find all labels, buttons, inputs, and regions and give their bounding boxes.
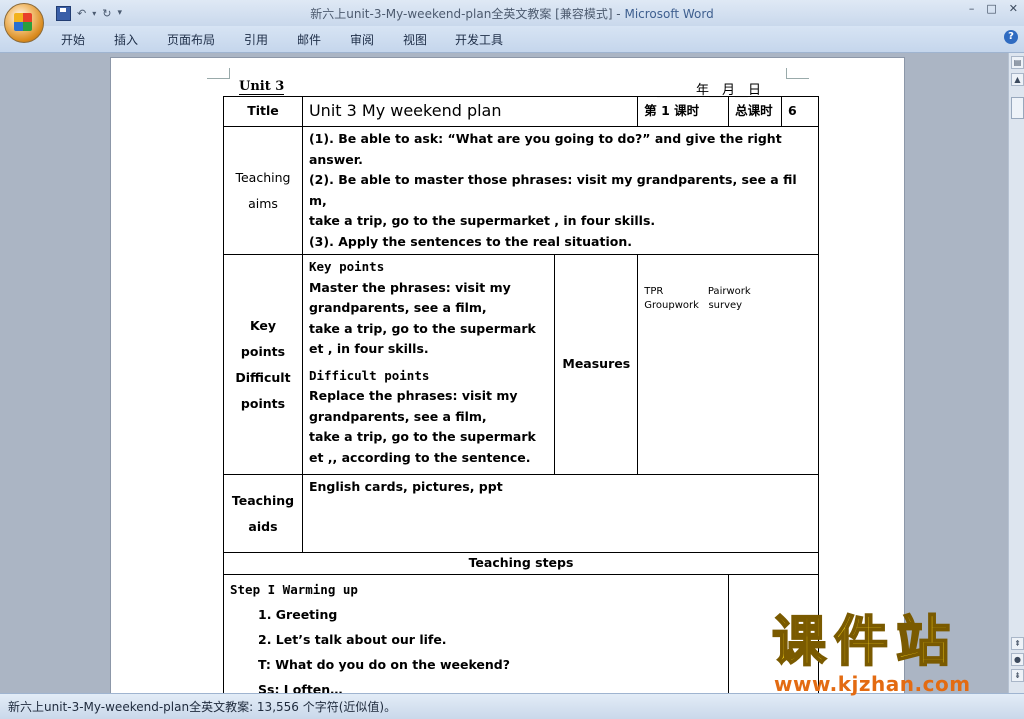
tab-page-layout[interactable]: 页面布局 [167,31,215,48]
watermark-url: www.kjzhan.com [774,672,971,696]
key-point-line: Master the phrases: visit my [308,279,511,295]
step-line: 1. Greeting [258,607,338,622]
scroll-thumb[interactable] [1011,97,1024,119]
app-name: Microsoft Word [624,7,714,21]
next-page-icon[interactable]: ⇟ [1011,669,1024,682]
tab-home[interactable]: 开始 [61,31,85,48]
watermark-logo: 课件站 [771,610,958,673]
scroll-up-icon[interactable]: ▲ [1011,73,1024,86]
total-value-cell: 6 [781,96,819,127]
measures-label-cell: Measures [554,254,639,475]
step-title: Step I Warming up [230,582,358,597]
tab-review[interactable]: 审阅 [350,31,374,48]
step-line: Ss: I often… [258,682,343,693]
title-value-cell: Unit 3 My weekend plan [301,96,639,127]
title-label-cell: Title [223,96,303,127]
difficult-point-line: et ,, according to the sentence. [308,449,531,465]
aims-label-cell: Teaching aims [223,126,303,255]
document-page[interactable]: Unit 3 ______年__月__日 Title Unit 3 My wee… [110,57,905,693]
minimize-icon[interactable]: – [969,2,975,15]
key-point-line: take a trip, go to the supermark [308,320,536,336]
tab-references[interactable]: 引用 [244,31,268,48]
key-points-label-cell: Key points Difficult points [223,254,303,475]
step-line: T: What do you do on the weekend? [258,657,511,672]
document-workspace: Unit 3 ______年__月__日 Title Unit 3 My wee… [0,53,1008,693]
previous-page-icon[interactable]: ⇞ [1011,637,1024,650]
crop-mark [786,68,809,79]
aim-line: take a trip, go to the supermarket , in … [308,213,656,228]
tab-mailings[interactable]: 邮件 [297,31,321,48]
tab-view[interactable]: 视图 [403,31,427,48]
steps-header-cell: Teaching steps [223,552,819,575]
period-cell: 第 1 课时 [637,96,730,127]
select-browse-object-icon[interactable]: ● [1011,653,1024,666]
difficult-point-line: Replace the phrases: visit my [308,388,518,403]
aims-cell: (1). Be able to ask: “What are you going… [301,126,820,255]
total-label-cell: 总课时 [728,96,782,127]
unit-label: Unit 3 [239,79,285,95]
key-points-title: Key points [308,259,385,274]
difficult-points-title: Difficult points [308,367,430,383]
difficult-point-line: take a trip, go to the supermark [308,429,536,444]
aim-line: (2). Be able to master those phrases: vi… [308,172,797,187]
office-logo-icon [14,13,32,31]
document-title: 新六上unit-3-My-weekend-plan全英文教案 [兼容模式] - [310,7,621,21]
step-line: 2. Let’s talk about our life. [258,632,447,647]
site-watermark: 课件站 www.kjzhan.com [771,610,1012,698]
ruler-toggle-icon[interactable]: ▤ [1011,56,1024,69]
aim-line: (3). Apply the sentences to the real sit… [308,233,632,249]
measures-cell: TPR Pairwork Groupwork survey [637,254,819,475]
word-count-status[interactable]: 新六上unit-3-My-weekend-plan全英文教案: 13,556 个… [8,698,396,715]
help-icon[interactable]: ? [1004,30,1018,44]
tab-insert[interactable]: 插入 [114,31,138,48]
difficult-point-line: grandparents, see a film, [308,408,487,424]
title-bar: ↶ ▾ ↻ ▾ 新六上unit-3-My-weekend-plan全英文教案 [… [0,0,1024,43]
key-point-line: et , in four skills. [308,341,429,356]
ribbon-tabs: 开始 插入 页面布局 引用 邮件 审阅 视图 开发工具 ? [0,26,1024,53]
steps-cell: Step I Warming up 1. Greeting 2. Let’s t… [222,574,730,693]
crop-mark [207,68,230,79]
vertical-scrollbar[interactable]: ▤ ▲ ⇞ ● ⇟ [1008,53,1024,693]
window-controls: – □ ✕ [969,2,1018,15]
aim-line: answer. [308,151,363,167]
restore-icon[interactable]: □ [986,2,996,15]
office-button[interactable] [4,3,44,43]
aids-label-cell: Teaching aids [223,474,303,553]
tab-developer[interactable]: 开发工具 [455,31,503,48]
lesson-plan-table: Title Unit 3 My weekend plan 第 1 课时 总课时 … [222,96,820,693]
key-point-line: grandparents, see a film, [308,300,487,315]
window-title: 新六上unit-3-My-weekend-plan全英文教案 [兼容模式] - … [0,5,1024,22]
aim-line: (1). Be able to ask: “What are you going… [308,131,782,146]
aids-cell: English cards, pictures, ppt [301,474,820,553]
aim-line: m, [308,192,327,208]
points-cell: Key points Master the phrases: visit my … [301,254,556,475]
close-icon[interactable]: ✕ [1009,2,1018,15]
